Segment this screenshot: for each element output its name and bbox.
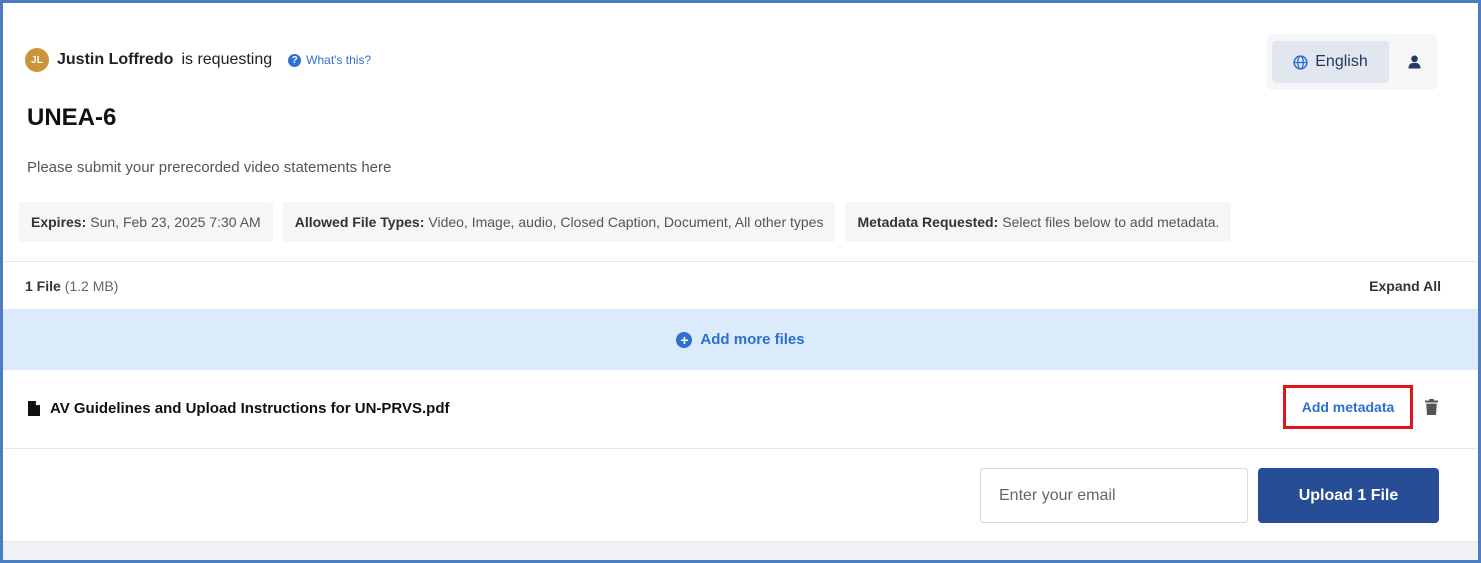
expires-label: Expires: xyxy=(31,214,87,230)
file-icon xyxy=(28,401,40,416)
whats-this-label: What's this? xyxy=(306,53,372,67)
allowed-types-label: Allowed File Types: xyxy=(294,214,425,230)
expires-value: Sun, Feb 23, 2025 7:30 AM xyxy=(90,214,261,230)
requester-name: Justin Loffredo xyxy=(57,51,174,68)
user-menu-button[interactable] xyxy=(1393,41,1435,83)
file-row: AV Guidelines and Upload Instructions fo… xyxy=(3,370,1478,449)
language-button[interactable]: English xyxy=(1272,41,1389,83)
requester-line: JL Justin Loffredo is requesting ? What'… xyxy=(25,48,371,72)
metadata-requested-chip: Metadata Requested: Select files below t… xyxy=(845,202,1232,242)
globe-icon xyxy=(1293,54,1308,70)
avatar: JL xyxy=(25,48,49,72)
footer-band xyxy=(3,541,1478,560)
add-more-files-button[interactable]: + Add more files xyxy=(3,309,1478,370)
add-more-files-label: Add more files xyxy=(700,331,805,348)
metadata-requested-label: Metadata Requested: xyxy=(857,214,999,230)
header-controls: English xyxy=(1267,34,1437,90)
page-title: UNEA-6 xyxy=(27,104,117,131)
plus-circle-icon: + xyxy=(676,331,693,348)
upload-request-window: JL Justin Loffredo is requesting ? What'… xyxy=(0,0,1481,563)
file-total-size: (1.2 MB) xyxy=(64,278,119,294)
email-input[interactable] xyxy=(980,468,1248,523)
expand-all-button[interactable]: Expand All xyxy=(1369,278,1441,294)
user-icon xyxy=(1408,55,1420,69)
upload-button[interactable]: Upload 1 File xyxy=(1258,468,1439,523)
language-label: English xyxy=(1315,53,1368,70)
trash-icon[interactable] xyxy=(1425,399,1438,415)
metadata-requested-value: Select files below to add metadata. xyxy=(1002,214,1220,230)
allowed-types-chip: Allowed File Types: Video, Image, audio,… xyxy=(282,202,836,242)
allowed-types-value: Video, Image, audio, Closed Caption, Doc… xyxy=(428,214,824,230)
expires-chip: Expires: Sun, Feb 23, 2025 7:30 AM xyxy=(19,202,273,242)
request-description: Please submit your prerecorded video sta… xyxy=(27,159,392,176)
request-info: Expires: Sun, Feb 23, 2025 7:30 AM Allow… xyxy=(19,202,1232,242)
file-list-header: 1 File (1.2 MB) Expand All xyxy=(3,261,1478,309)
whats-this-link[interactable]: ? What's this? xyxy=(288,53,371,67)
file-name: AV Guidelines and Upload Instructions fo… xyxy=(50,400,450,417)
requester-suffix: is requesting xyxy=(181,51,273,68)
help-icon: ? xyxy=(288,53,302,67)
file-count-label: 1 File xyxy=(25,278,61,294)
add-metadata-button[interactable]: Add metadata xyxy=(1283,385,1413,429)
file-count: 1 File (1.2 MB) xyxy=(25,278,118,294)
